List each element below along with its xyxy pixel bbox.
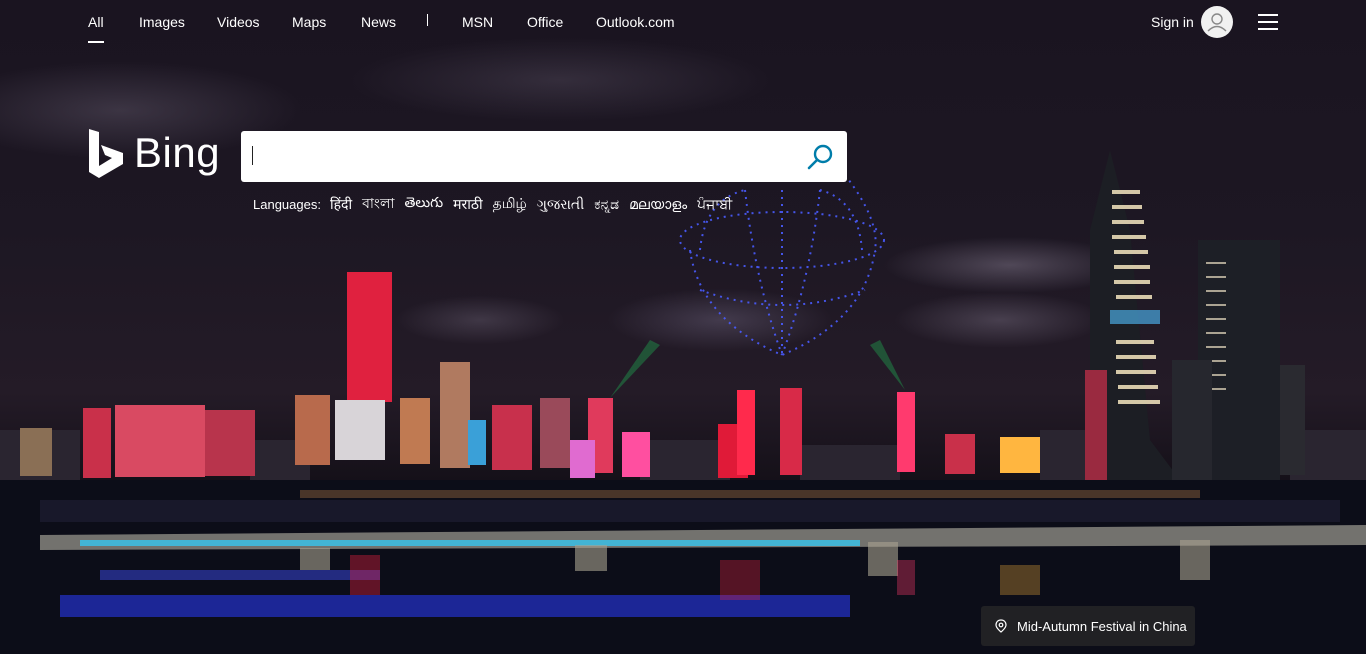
city-skyline-scene bbox=[0, 150, 1366, 654]
language-link[interactable]: தமிழ் bbox=[493, 195, 527, 214]
search-icon bbox=[807, 144, 833, 170]
text-cursor bbox=[252, 146, 253, 165]
search-box bbox=[241, 131, 847, 182]
nav-msn[interactable]: MSN bbox=[462, 14, 493, 30]
language-link[interactable]: తెలుగు bbox=[404, 194, 443, 214]
image-caption[interactable]: Mid-Autumn Festival in China bbox=[981, 606, 1195, 646]
language-link[interactable]: ಕನ್ನಡ bbox=[594, 196, 619, 213]
nav-news[interactable]: News bbox=[361, 14, 396, 30]
language-link[interactable]: বাংলা bbox=[362, 192, 394, 216]
sign-in-link[interactable]: Sign in bbox=[1151, 14, 1194, 30]
hamburger-menu-icon[interactable] bbox=[1258, 14, 1278, 30]
bing-logo[interactable]: Bing bbox=[88, 128, 220, 178]
search-button[interactable] bbox=[806, 143, 834, 171]
location-pin-icon bbox=[995, 619, 1007, 633]
nav-videos[interactable]: Videos bbox=[217, 14, 260, 30]
nav-divider bbox=[427, 14, 428, 26]
search-input[interactable] bbox=[251, 139, 791, 173]
language-link[interactable]: ગુજરાતી bbox=[537, 196, 584, 213]
language-link[interactable]: हिंदी bbox=[330, 195, 352, 214]
language-link[interactable]: ਪੰਜਾਬੀ bbox=[697, 196, 732, 213]
nav-images[interactable]: Images bbox=[139, 14, 185, 30]
nav-all[interactable]: All bbox=[88, 14, 104, 43]
user-icon[interactable] bbox=[1201, 6, 1233, 38]
nav-office[interactable]: Office bbox=[527, 14, 563, 30]
top-navigation: All Images Videos Maps News MSN Office O… bbox=[0, 0, 1366, 44]
nav-maps[interactable]: Maps bbox=[292, 14, 326, 30]
bing-logo-icon bbox=[89, 129, 123, 178]
language-link[interactable]: മലയാളം bbox=[629, 196, 687, 213]
bing-logo-text: Bing bbox=[134, 129, 221, 176]
language-link[interactable]: मराठी bbox=[453, 195, 482, 214]
languages-label: Languages: bbox=[253, 196, 321, 212]
languages-bar: Languages: हिंदी বাংলা తెలుగు मराठी தமிழ… bbox=[253, 192, 742, 216]
caption-text: Mid-Autumn Festival in China bbox=[1017, 618, 1187, 634]
nav-outlook[interactable]: Outlook.com bbox=[596, 14, 675, 30]
